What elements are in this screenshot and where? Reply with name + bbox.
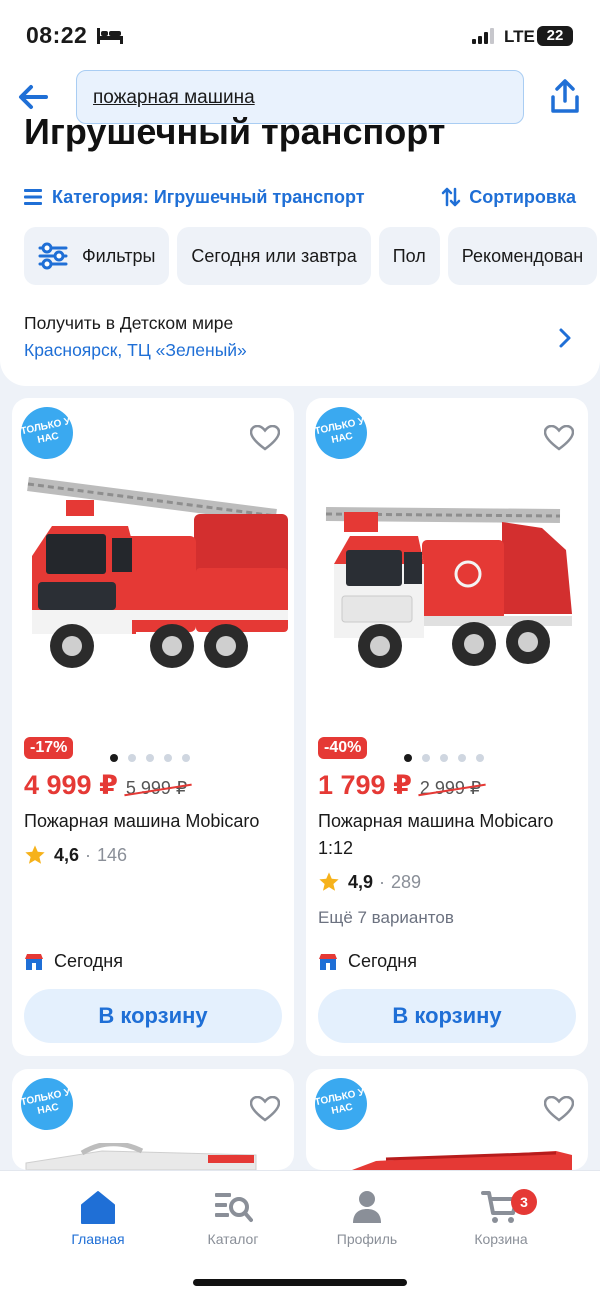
current-price: 4 999 ₽ [24, 770, 118, 800]
status-bar: 08:22 LTE 22 [0, 0, 600, 66]
status-time: 08:22 [26, 22, 88, 48]
fire-truck-image [325, 507, 572, 668]
pager-dot [110, 754, 118, 762]
category-label: Категория: Игрушечный транспорт [52, 186, 365, 207]
bottom-tab-bar: Главная Каталог Профиль Корзина 3 [0, 1170, 600, 1297]
chip-today-tomorrow[interactable]: Сегодня или завтра [177, 227, 371, 285]
discount-badge: -17% [24, 737, 74, 759]
product-card[interactable]: ТОЛЬКО У НАС -17% 4 999 ₽ 5 999 ₽ Пожарн… [12, 398, 294, 1056]
pickup-location[interactable]: Получить в Детском мире Красноярск, ТЦ «… [24, 313, 576, 365]
rating-separator: · [379, 871, 386, 892]
chip-filters[interactable]: Фильтры [24, 227, 170, 285]
product-name[interactable]: Пожарная машина Mobicaro 1:12 [318, 808, 578, 862]
category-selector[interactable]: Категория: Игрушечный транспорт [24, 184, 365, 210]
heart-icon[interactable] [544, 1096, 574, 1122]
chevron-right-icon [559, 328, 571, 348]
back-arrow-icon[interactable] [16, 80, 50, 114]
exclusive-badge: ТОЛЬКО У НАС [16, 1073, 78, 1135]
page-title: Игрушечный транспорт [24, 111, 446, 152]
exclusive-badge: ТОЛЬКО У НАС [310, 1073, 372, 1135]
image-pager[interactable] [110, 754, 190, 762]
heart-icon[interactable] [250, 425, 280, 451]
price-block: 1 799 ₽ 2 999 ₽ [318, 770, 481, 801]
sort-button[interactable]: Сортировка [441, 184, 576, 210]
pager-dot [476, 754, 484, 762]
menu-icon [24, 189, 42, 205]
pager-dot [146, 754, 154, 762]
cart-count-badge: 3 [511, 1189, 537, 1215]
rating-value: 4,6 [54, 844, 80, 865]
image-pager[interactable] [404, 754, 484, 762]
rating: 4,6 · 146 [24, 844, 127, 866]
delivery-label: Сегодня [54, 951, 123, 971]
filter-chips: Фильтры Сегодня или завтра Пол Рекомендо… [24, 227, 598, 285]
product-card[interactable]: ТОЛЬКО У НАС -40% 1 799 ₽ 2 999 ₽ Пожарн… [306, 398, 588, 1056]
star-icon [25, 845, 45, 864]
tab-label: Главная [71, 1231, 125, 1247]
current-price: 1 799 ₽ [318, 770, 412, 800]
pickup-place: Красноярск, ТЦ «Зеленый» [24, 340, 247, 360]
product-image-partial [352, 1151, 572, 1170]
tab-profile[interactable]: Профиль [307, 1189, 427, 1247]
home-icon [81, 1191, 115, 1224]
catalog-search-icon [215, 1193, 253, 1222]
filters-icon [38, 242, 68, 270]
share-icon[interactable] [548, 79, 582, 115]
product-name[interactable]: Пожарная машина Mobicaro [24, 808, 284, 835]
delivery-info: Сегодня [24, 951, 123, 972]
tab-home[interactable]: Главная [38, 1189, 158, 1247]
pager-dot [404, 754, 412, 762]
exclusive-badge: ТОЛЬКО У НАС [310, 402, 372, 464]
star-icon [319, 872, 339, 891]
add-to-cart-button[interactable]: В корзину [318, 989, 576, 1043]
pager-dot [164, 754, 172, 762]
product-card[interactable]: ТОЛЬКО У НАС [306, 1069, 588, 1170]
discount-badge: -40% [318, 737, 368, 759]
delivery-info: Сегодня [318, 951, 417, 972]
review-count: 289 [391, 871, 422, 892]
fire-truck-image [27, 477, 288, 668]
tab-label: Каталог [207, 1231, 259, 1247]
old-price: 2 999 ₽ [419, 778, 482, 798]
heart-icon[interactable] [544, 425, 574, 451]
delivery-label: Сегодня [348, 951, 417, 971]
tab-cart[interactable]: Корзина 3 [441, 1189, 561, 1247]
review-count: 146 [97, 844, 128, 865]
rating-separator: · [85, 844, 92, 865]
sort-label: Сортировка [469, 186, 576, 207]
pager-dot [422, 754, 430, 762]
search-query: пожарная машина [93, 87, 255, 108]
chip-recommended[interactable]: Рекомендован [447, 227, 598, 285]
pager-dot [128, 754, 136, 762]
chip-gender[interactable]: Пол [378, 227, 440, 285]
add-to-cart-button[interactable]: В корзину [24, 989, 282, 1043]
rating: 4,9 · 289 [318, 871, 421, 893]
home-indicator [193, 1279, 407, 1286]
pager-dot [440, 754, 448, 762]
sort-icon [442, 187, 461, 207]
product-card[interactable]: ТОЛЬКО У НАС [12, 1069, 294, 1170]
store-icon [319, 953, 337, 970]
tab-label: Профиль [336, 1231, 398, 1247]
price-block: 4 999 ₽ 5 999 ₽ [24, 770, 187, 801]
tab-catalog[interactable]: Каталог [173, 1189, 293, 1247]
product-image-partial [25, 1143, 257, 1170]
battery-indicator: 22 [537, 26, 573, 46]
chip-label: Фильтры [82, 245, 156, 266]
rating-value: 4,9 [348, 871, 374, 892]
header-sheet: 08:22 LTE 22 пожарная машина Игрушечный … [0, 0, 600, 386]
profile-icon [353, 1191, 381, 1223]
sleep-mode-icon [97, 28, 123, 44]
network-type: LTE [504, 27, 535, 46]
variants-link[interactable]: Ещё 7 вариантов [318, 908, 454, 928]
store-icon [25, 953, 43, 970]
old-price: 5 999 ₽ [125, 778, 188, 798]
tab-label: Корзина [474, 1231, 528, 1247]
signal-icon [472, 28, 494, 44]
exclusive-badge: ТОЛЬКО У НАС [16, 402, 78, 464]
heart-icon[interactable] [250, 1096, 280, 1122]
pager-dot [182, 754, 190, 762]
pager-dot [458, 754, 466, 762]
pickup-title: Получить в Детском мире [24, 313, 234, 333]
